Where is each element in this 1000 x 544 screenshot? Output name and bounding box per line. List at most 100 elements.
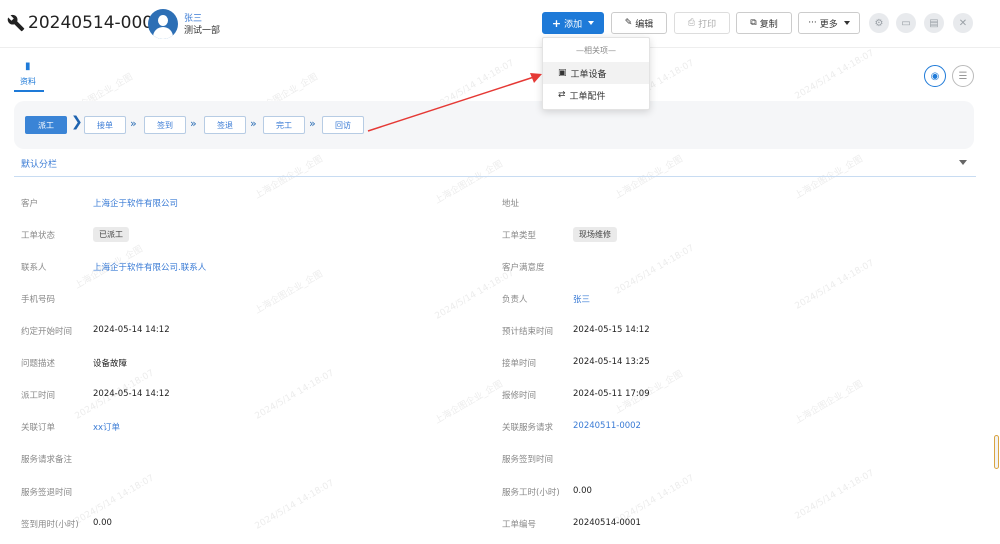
step-complete[interactable]: 完工 [263, 116, 305, 134]
add-button[interactable]: + 添加 [542, 12, 604, 34]
field-value-dispatch-time: 2024-05-14 14:12 [93, 389, 170, 399]
more-button-label: 更多 [819, 19, 838, 30]
field-settings-button[interactable]: ☰ [952, 65, 974, 87]
page-title: 20240514-0001 [28, 13, 164, 33]
field-label-contact: 联系人 [21, 263, 47, 273]
field-label-signin-hours: 签到用时(小时) [21, 520, 79, 530]
scrollbar-thumb[interactable] [994, 435, 999, 469]
section-divider [14, 176, 976, 177]
watermark: 上海企图企业_企图 [253, 269, 325, 317]
avatar[interactable] [148, 9, 178, 39]
printer-icon: ⎙ [687, 18, 696, 28]
print-button-label: 打印 [698, 19, 717, 30]
more-button[interactable]: ··· 更多 [798, 12, 860, 34]
watermark: 2024/5/14 14:18:07 [793, 48, 876, 102]
print-button[interactable]: ⎙ 打印 [674, 12, 730, 34]
type-badge: 现场维修 [573, 227, 617, 242]
field-label-phone: 手机号码 [21, 295, 56, 305]
field-label-work-hours: 服务工时(小时) [502, 488, 560, 498]
copy-button-label: 复制 [759, 19, 778, 30]
edit-button-label: 编辑 [635, 19, 654, 30]
field-value-work-hours: 0.00 [573, 486, 592, 496]
tab-details[interactable]: ▮ 资料 [14, 58, 44, 92]
step-check-out[interactable]: 签退 [204, 116, 246, 134]
step-dispatch[interactable]: 派工 [25, 116, 67, 134]
field-value-issue: 设备故障 [93, 359, 128, 369]
field-label-status: 工单状态 [21, 231, 56, 241]
add-dropdown-menu: —相关项— ▣ 工单设备 ⇄ 工单配件 [542, 37, 650, 110]
watermark: 2024/5/14 14:18:07 [793, 468, 876, 522]
watermark: 上海企图企业_企图 [793, 379, 865, 427]
double-chevron-right-icon: » [130, 117, 137, 130]
record-header: 20240514-0001 张三 测试一部 + 添加 ✎ 编辑 ⎙ 打印 ⧉ 复… [0, 0, 1000, 48]
field-label-dispatch-time: 派工时间 [21, 391, 56, 401]
eye-slash-icon: ◉ [930, 70, 940, 82]
chevron-down-icon [843, 21, 850, 25]
step-follow-up[interactable]: 回访 [322, 116, 364, 134]
watermark: 2024/5/14 14:18:07 [793, 258, 876, 312]
field-value-related-order[interactable]: xx订单 [93, 421, 120, 433]
field-value-report-time: 2024-05-11 17:09 [573, 389, 650, 399]
close-icon[interactable]: ✕ [953, 13, 973, 33]
share-icon[interactable]: ⚙ [869, 13, 889, 33]
watermark: 2024/5/14 14:18:07 [253, 478, 336, 532]
chevron-down-icon [588, 21, 595, 25]
sliders-icon: ☰ [958, 70, 968, 82]
watermark: 2024/5/14 14:18:07 [73, 473, 156, 527]
book-icon: ▮ [25, 61, 31, 72]
field-label-signout-time: 服务签退时间 [21, 488, 73, 498]
field-value-owner[interactable]: 张三 [573, 293, 590, 305]
field-value-order-no: 20240514-0001 [573, 518, 641, 528]
chevron-right-icon: ❯ [71, 114, 83, 130]
menu-item-work-order-parts[interactable]: ⇄ 工单配件 [543, 84, 649, 106]
edit-button[interactable]: ✎ 编辑 [611, 12, 667, 34]
step-check-in[interactable]: 签到 [144, 116, 186, 134]
field-label-customer: 客户 [21, 199, 39, 209]
wrench-icon [7, 14, 25, 32]
field-label-accept-time: 接单时间 [502, 359, 537, 369]
field-label-address: 地址 [502, 199, 520, 209]
field-label-request-note: 服务请求备注 [21, 455, 73, 465]
field-value-customer[interactable]: 上海企于软件有限公司 [93, 197, 178, 209]
field-value-related-request[interactable]: 20240511-0002 [573, 421, 641, 431]
double-chevron-right-icon: » [250, 117, 257, 130]
field-label-issue: 问题描述 [21, 359, 56, 369]
field-value-accept-time: 2024-05-14 13:25 [573, 357, 650, 367]
watermark: 2024/5/14 14:18:07 [613, 243, 696, 297]
exchange-icon: ⇄ [558, 90, 566, 100]
field-label-signin-time: 服务签到时间 [502, 455, 554, 465]
field-label-order-no: 工单编号 [502, 520, 537, 530]
watermark: 上海企图企业_企图 [433, 159, 505, 207]
step-accept[interactable]: 接单 [84, 116, 126, 134]
ellipsis-icon: ··· [808, 18, 817, 28]
window-icon[interactable]: ▭ [896, 13, 916, 33]
watermark: 2024/5/14 14:18:07 [253, 368, 336, 422]
double-chevron-right-icon: » [190, 117, 197, 130]
copy-button[interactable]: ⧉ 复制 [736, 12, 792, 34]
device-icon: ▣ [558, 68, 567, 78]
copy-icon: ⧉ [750, 18, 757, 28]
double-chevron-right-icon: » [309, 117, 316, 130]
field-label-est-end: 预计结束时间 [502, 327, 554, 337]
field-label-related-request: 关联服务请求 [502, 423, 554, 433]
field-label-type: 工单类型 [502, 231, 537, 241]
tab-label: 资料 [20, 77, 36, 86]
field-label-appt-start: 约定开始时间 [21, 327, 73, 337]
field-value-signin-hours: 0.00 [93, 518, 112, 528]
dropdown-group-header: —相关项— [576, 46, 616, 55]
field-label-related-order: 关联订单 [21, 423, 56, 433]
field-value-appt-start: 2024-05-14 14:12 [93, 325, 170, 335]
field-label-owner: 负责人 [502, 295, 528, 305]
visibility-toggle-button[interactable]: ◉ [924, 65, 946, 87]
watermark: 上海企图企业_企图 [433, 379, 505, 427]
section-title[interactable]: 默认分栏 [21, 157, 57, 170]
note-icon[interactable]: ▤ [924, 13, 944, 33]
edit-icon: ✎ [624, 18, 633, 28]
chevron-down-icon[interactable] [959, 160, 967, 165]
menu-item-work-order-device[interactable]: ▣ 工单设备 [543, 62, 649, 84]
add-button-label: 添加 [564, 19, 583, 30]
status-badge: 已派工 [93, 227, 129, 242]
plus-icon: + [551, 16, 562, 30]
field-value-contact[interactable]: 上海企于软件有限公司.联系人 [93, 261, 206, 273]
owner-department: 测试一部 [184, 26, 221, 36]
